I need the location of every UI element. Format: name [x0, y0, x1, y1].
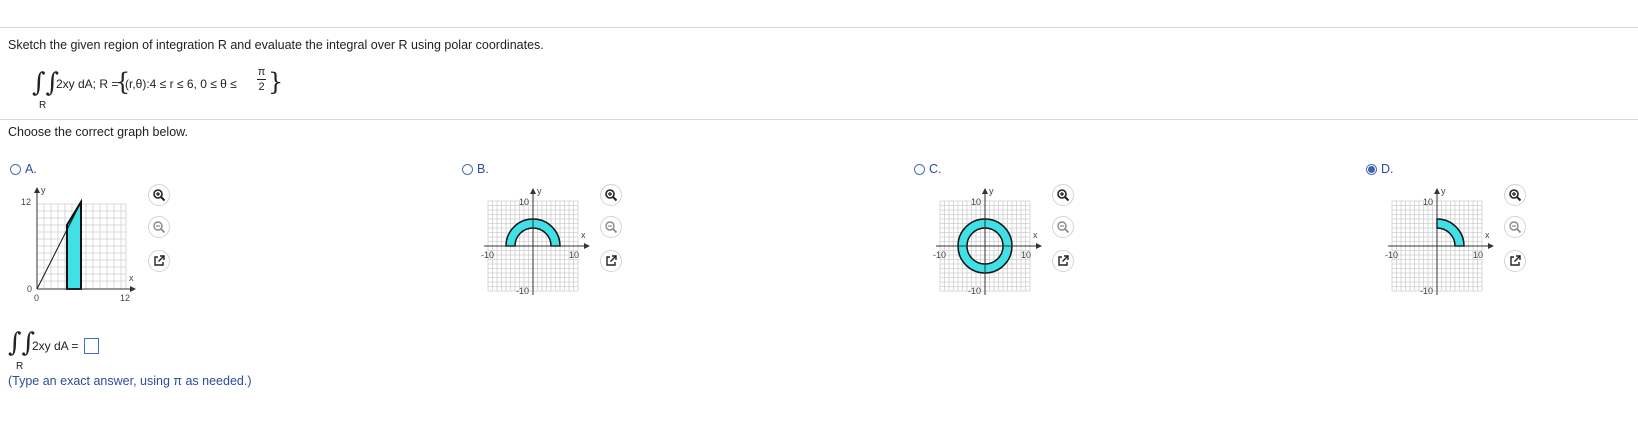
graph-a-zoom-out-button[interactable]: [148, 216, 170, 238]
graph-c-tick-top: 10: [971, 197, 981, 207]
top-divider: [0, 27, 1638, 28]
graph-d-y-label: y: [1441, 186, 1446, 196]
graph-b-x-label: x: [581, 230, 586, 240]
answer-formula: ∫∫ 2xy dA = R: [8, 330, 208, 374]
graph-c-zoom-out-button[interactable]: [1052, 216, 1074, 238]
answer-integral-subscript: R: [16, 361, 24, 372]
graph-a-tick-y-top: 12: [21, 197, 31, 207]
graph-c-tick-left: -10: [933, 250, 946, 260]
answer-input[interactable]: [84, 338, 99, 354]
graph-c-y-label: y: [989, 186, 994, 196]
two-denominator: 2: [258, 81, 265, 93]
option-c[interactable]: C.: [914, 162, 942, 176]
graph-b-zoom-out-button[interactable]: [600, 216, 622, 238]
graph-c-zoom-in-button[interactable]: [1052, 184, 1074, 206]
zoom-out-icon: [1057, 221, 1070, 234]
option-c-label: C.: [929, 162, 942, 176]
graph-b-tick-left: -10: [481, 250, 494, 260]
choose-instruction: Choose the correct graph below.: [8, 125, 188, 139]
graph-b-tick-top: 10: [519, 197, 529, 207]
graph-d-tick-right: 10: [1473, 250, 1483, 260]
option-d[interactable]: D.: [1366, 162, 1394, 176]
question-formula: ∫∫ 2xy dA; R = { (r,θ):4 ≤ r ≤ 6, 0 ≤ θ …: [32, 66, 332, 114]
pi-numerator: π: [257, 66, 266, 78]
graph-d-y-arrow: [1434, 188, 1440, 194]
option-a[interactable]: A.: [10, 162, 37, 176]
graph-a-tick-x-left: 0: [34, 293, 39, 303]
graph-b-zoom-in-button[interactable]: [600, 184, 622, 206]
radio-b[interactable]: [462, 163, 473, 175]
answer-hint: (Type an exact answer, using π as needed…: [8, 374, 252, 388]
radio-a[interactable]: [10, 163, 21, 175]
graph-c: y x 10 -10 10 -10: [933, 186, 1042, 296]
answer-integrand-text: 2xy dA =: [32, 339, 79, 353]
graph-d-popout-button[interactable]: [1504, 250, 1526, 272]
question-prompt: Sketch the given region of integration R…: [8, 38, 544, 52]
radio-d[interactable]: [1366, 163, 1377, 175]
graph-b-tick-right: 10: [569, 250, 579, 260]
radio-c[interactable]: [914, 163, 925, 175]
graph-b-x-arrow: [584, 243, 590, 249]
popout-icon: [154, 255, 165, 266]
integrand-text: 2xy dA; R =: [56, 77, 119, 91]
graph-b: y x 10 -10 10 -10: [481, 186, 590, 296]
mid-divider: [0, 119, 1638, 120]
graph-d-tick-left: -10: [1385, 250, 1398, 260]
integral-subscript: R: [39, 100, 47, 111]
graph-b-popout-button[interactable]: [600, 250, 622, 272]
graph-b-tick-bottom: -10: [516, 286, 529, 296]
zoom-in-icon: [1057, 189, 1070, 202]
zoom-out-icon: [605, 221, 618, 234]
graph-d: y x 10 -10 10 -10: [1385, 186, 1494, 296]
option-b[interactable]: B.: [462, 162, 489, 176]
graph-b-y-arrow: [530, 188, 536, 194]
graph-c-x-arrow: [1036, 243, 1042, 249]
graph-c-popout-button[interactable]: [1052, 250, 1074, 272]
graph-d-x-arrow: [1488, 243, 1494, 249]
fraction-bar: [257, 79, 266, 80]
zoom-out-icon: [1509, 221, 1522, 234]
popout-icon: [606, 255, 617, 266]
zoom-in-icon: [153, 189, 166, 202]
graph-d-zoom-out-button[interactable]: [1504, 216, 1526, 238]
zoom-out-icon: [153, 221, 166, 234]
graph-d-tick-top: 10: [1423, 197, 1433, 207]
region-set-text: (r,θ):4 ≤ r ≤ 6, 0 ≤ θ ≤: [125, 77, 237, 91]
graph-c-y-arrow: [982, 188, 988, 194]
graph-b-y-label: y: [537, 186, 542, 196]
graph-a-popout-button[interactable]: [148, 250, 170, 272]
radio-d-selected-dot: [1368, 165, 1375, 173]
zoom-in-icon: [1509, 189, 1522, 202]
graph-a-y-arrow: [34, 187, 40, 193]
graph-c-tick-bottom: -10: [968, 286, 981, 296]
graph-d-tick-bottom: -10: [1420, 286, 1433, 296]
graph-a-zoom-in-button[interactable]: [148, 184, 170, 206]
graph-c-x-label: x: [1033, 230, 1038, 240]
popout-icon: [1058, 255, 1069, 266]
graph-c-tick-right: 10: [1021, 250, 1031, 260]
graph-a-tick-x-right: 12: [120, 293, 130, 303]
graph-a: y x 12 0 0 12: [21, 185, 136, 303]
graph-a-x-label: x: [129, 273, 134, 283]
popout-icon: [1510, 255, 1521, 266]
option-a-label: A.: [25, 162, 37, 176]
right-brace: }: [268, 68, 284, 96]
pi-over-two: π 2: [257, 66, 266, 93]
zoom-in-icon: [605, 189, 618, 202]
graph-a-tick-y-bottom: 0: [27, 284, 32, 294]
graph-a-y-label: y: [41, 185, 46, 195]
graph-a-x-arrow: [130, 286, 136, 292]
graph-d-x-label: x: [1485, 230, 1490, 240]
option-d-label: D.: [1381, 162, 1394, 176]
option-b-label: B.: [477, 162, 489, 176]
graph-d-zoom-in-button[interactable]: [1504, 184, 1526, 206]
